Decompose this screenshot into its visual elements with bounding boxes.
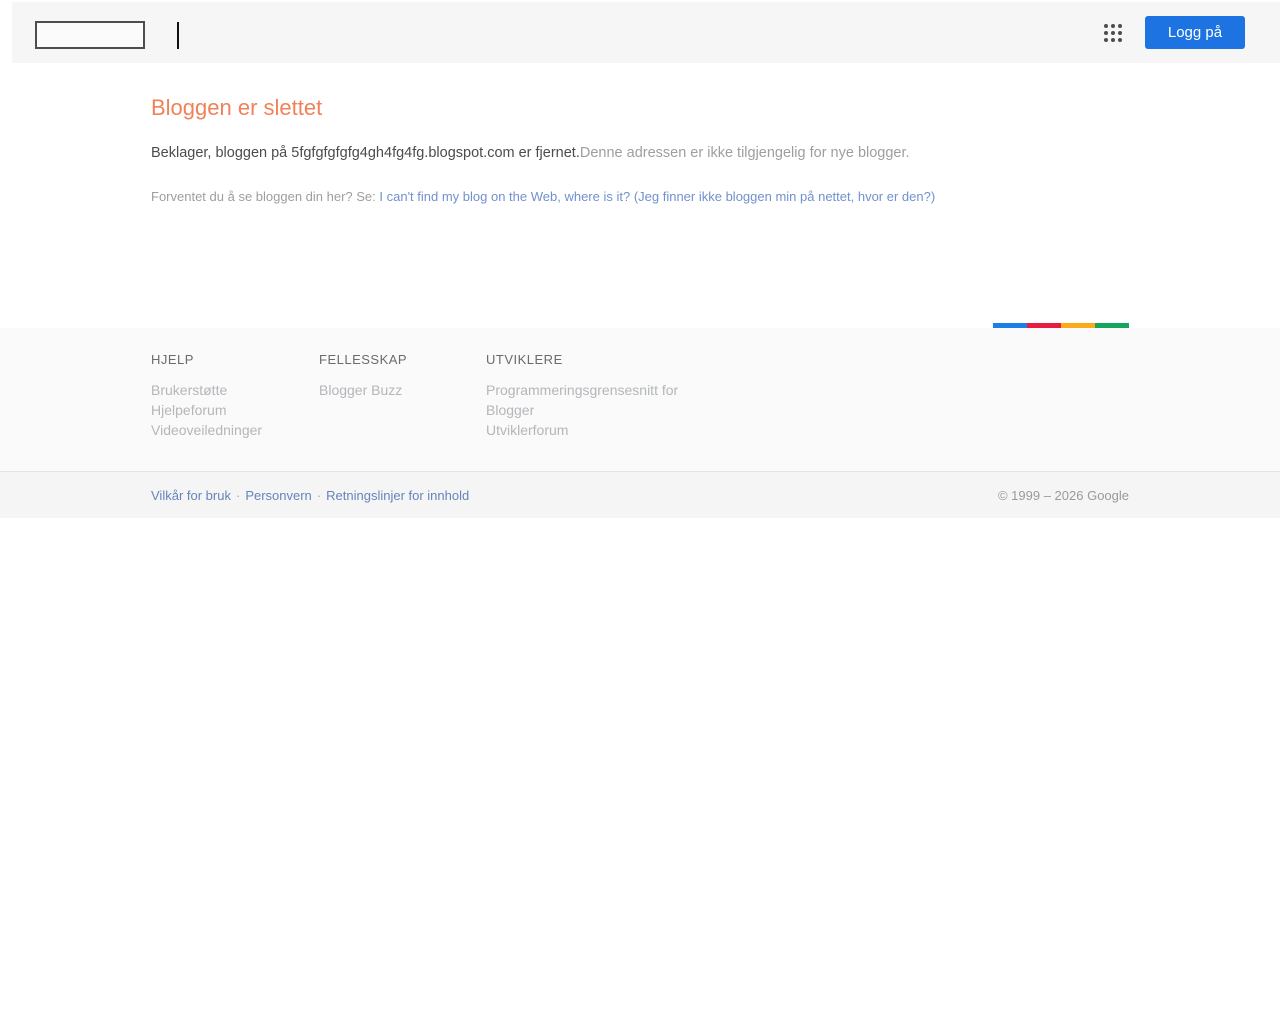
deletion-message: Beklager, bloggen på 5fgfgfgfgfg4gh4fg4f… [151,143,1129,163]
help-prompt: Forventet du å se bloggen din her? Se: [151,189,380,204]
footer-heading-developers: UTVIKLERE [486,352,563,367]
footer-link-video-tutorials[interactable]: Videoveiledninger [151,422,262,438]
footer-link-support[interactable]: Brukerstøtte [151,382,227,398]
help-line: Forventet du å se bloggen din her? Se: I… [151,188,1129,206]
sign-in-button[interactable]: Logg på [1145,16,1245,49]
text-cursor [177,22,179,49]
footer-heading-help: HJELP [151,352,194,367]
footer-link-blogger-api[interactable]: Programmeringsgrensesnitt for Blogger [486,382,678,418]
accent-blue [993,323,1027,328]
legal-links: Vilkår for bruk · Personvern · Retningslinje… [151,488,469,503]
footer-link-blogger-buzz[interactable]: Blogger Buzz [319,382,402,398]
footer: HJELP Brukerstøtte Hjelpeforum Videoveil… [0,323,1280,471]
legal-bar: Vilkår for bruk · Personvern · Retningslinje… [0,471,1280,518]
accent-yellow [1061,323,1095,328]
apps-grid-icon[interactable] [1104,23,1122,42]
header-actions: Logg på [1104,2,1245,63]
deletion-message-primary: Beklager, bloggen på 5fgfgfgfgfg4gh4fg4f… [151,145,580,161]
google-accent-bar [993,323,1129,328]
footer-column-developers: UTVIKLERE Programmeringsgrensesnitt for … [486,352,726,440]
footer-link-help-forum[interactable]: Hjelpeforum [151,402,226,418]
main-content: Bloggen er slettet Beklager, bloggen på … [0,63,1280,206]
privacy-link[interactable]: Personvern [245,488,311,503]
accent-red [1027,323,1061,328]
copyright-text: © 1999 – 2026 Google [997,487,1129,503]
accent-green [1095,323,1129,328]
header-bar: Logg på [12,2,1280,63]
help-link[interactable]: I can't find my blog on the Web, where i… [379,189,935,204]
deletion-message-secondary: Denne adressen er ikke tilgjengelig for … [579,145,910,161]
separator-dot: · [316,487,322,503]
content-policy-link[interactable]: Retningslinjer for innhold [326,488,469,503]
terms-link[interactable]: Vilkår for bruk [151,488,231,503]
blogger-logo-placeholder[interactable] [35,21,145,49]
footer-heading-community: FELLESSKAP [319,352,408,367]
page-title: Bloggen er slettet [151,95,323,120]
footer-link-developer-forum[interactable]: Utviklerforum [486,422,568,438]
separator-dot: · [235,487,241,503]
footer-column-community: FELLESSKAP Blogger Buzz [319,352,486,440]
footer-column-help: HJELP Brukerstøtte Hjelpeforum Videoveil… [151,352,319,440]
